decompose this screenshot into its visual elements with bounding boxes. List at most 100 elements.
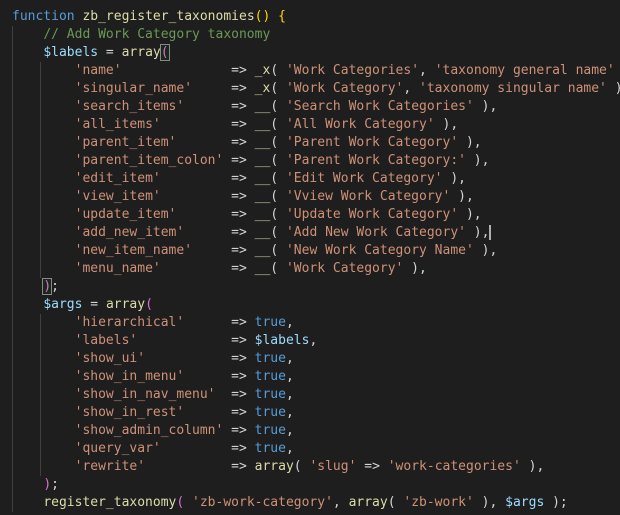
indent-guide: [40, 170, 41, 188]
code-line[interactable]: );: [0, 278, 620, 296]
code-line[interactable]: $args = array(: [0, 296, 620, 314]
code-token: 'taxonomy singular name': [419, 81, 607, 96]
code-token: =>: [184, 315, 255, 330]
code-token: ),: [615, 63, 620, 78]
code-token: (: [270, 225, 286, 240]
code-editor[interactable]: function zb_register_taxonomies() { // A…: [0, 0, 620, 515]
code-line[interactable]: 'all_items' => __( 'All Work Category' )…: [0, 116, 620, 134]
code-line[interactable]: 'update_item' => __( 'Update Work Catego…: [0, 206, 620, 224]
code-line[interactable]: 'edit_item' => __( 'Edit Work Category' …: [0, 170, 620, 188]
code-line[interactable]: 'show_in_nav_menu' => true,: [0, 386, 620, 404]
indent-guide: [12, 242, 13, 260]
code-line[interactable]: 'rewrite' => array( 'slug' => 'work-cate…: [0, 458, 620, 476]
indent-guide: [40, 134, 41, 152]
code-line[interactable]: register_taxonomy( 'zb-work-category', a…: [0, 494, 620, 512]
indent-guide: [12, 296, 13, 314]
code-token: 'Parent Work Category': [285, 135, 459, 150]
code-line[interactable]: 'add_new_item' => __( 'Add New Work Cate…: [0, 224, 620, 242]
code-token: =>: [121, 63, 255, 78]
code-token: $args: [43, 297, 83, 312]
code-token: zb_register_taxonomies: [82, 9, 255, 24]
code-line[interactable]: 'search_items' => __( 'Search Work Categ…: [0, 98, 620, 116]
code-line[interactable]: 'labels' => $labels,: [0, 332, 620, 350]
code-token: =>: [160, 189, 255, 204]
code-token: ),: [473, 243, 498, 258]
code-line[interactable]: 'show_in_menu' => true,: [0, 368, 620, 386]
code-token: __: [254, 225, 271, 240]
code-line[interactable]: 'view_item' => __( 'Vview Work Category'…: [0, 188, 620, 206]
code-token: );: [544, 495, 568, 510]
code-token: 'All Work Category': [285, 117, 435, 132]
code-line[interactable]: );: [0, 476, 620, 494]
indent-guide: [40, 404, 41, 422]
code-token: 'taxonomy general name': [434, 63, 615, 78]
code-token: true: [254, 369, 286, 384]
code-token: (: [176, 495, 193, 510]
code-token: array: [105, 297, 146, 312]
code-token: true: [254, 387, 286, 402]
code-token: true: [254, 441, 286, 456]
code-token: (: [270, 99, 286, 114]
code-token: __: [254, 99, 271, 114]
code-token: 'show_in_menu': [74, 369, 185, 384]
code-line[interactable]: 'menu_name' => __( 'Work Category' ),: [0, 260, 620, 278]
code-token: =>: [184, 369, 255, 384]
code-line[interactable]: 'parent_item_colon' => __( 'Parent Work …: [0, 152, 620, 170]
code-token: array: [254, 459, 294, 474]
code-line[interactable]: 'show_in_rest' => true,: [0, 404, 620, 422]
code-line[interactable]: 'show_ui' => true,: [0, 350, 620, 368]
text-cursor: [489, 225, 492, 240]
code-token: ),: [473, 495, 506, 510]
indent-guide: [12, 422, 13, 440]
indent-guide: [12, 152, 13, 170]
code-token: 'hierarchical': [74, 315, 185, 330]
code-line[interactable]: 'show_admin_column' => true,: [0, 422, 620, 440]
code-token: =>: [160, 171, 255, 186]
indent-guide: [12, 80, 13, 98]
code-token: ),: [434, 117, 459, 132]
code-token: =>: [176, 207, 255, 222]
code-token: 'Search Work Categories': [285, 99, 474, 114]
indent-guide: [12, 476, 13, 494]
code-token: (: [270, 261, 286, 276]
indent-guide: [12, 386, 13, 404]
code-line[interactable]: 'new_item_name' => __( 'New Work Categor…: [0, 242, 620, 260]
code-token: ,: [285, 369, 294, 384]
code-token: 'query_var': [74, 441, 161, 456]
code-line[interactable]: 'hierarchical' => true,: [0, 314, 620, 332]
code-token: {: [278, 9, 286, 24]
indent-guide: [12, 206, 13, 224]
code-token: // Add Work Category taxonomy: [43, 27, 271, 42]
code-token: =>: [160, 261, 255, 276]
code-token: ,: [285, 441, 294, 456]
code-line[interactable]: $labels = array(: [0, 44, 620, 62]
indent-guide: [40, 422, 41, 440]
code-token: function: [12, 9, 75, 24]
code-token: =>: [192, 81, 255, 96]
code-line[interactable]: 'singular_name' => _x( 'Work Category', …: [0, 80, 620, 98]
code-token: 'New Work Category Name': [285, 243, 474, 258]
indent-guide: [40, 206, 41, 224]
code-line[interactable]: 'parent_item' => __( 'Parent Work Catego…: [0, 134, 620, 152]
code-line[interactable]: // Add Work Category taxonomy: [0, 26, 620, 44]
code-line[interactable]: 'name' => _x( 'Work Categories', 'taxono…: [0, 62, 620, 80]
code-token: ),: [607, 81, 620, 96]
code-token: =>: [184, 405, 255, 420]
code-token: 'work-categories': [387, 459, 521, 474]
code-token: (: [270, 63, 286, 78]
code-token: ,: [309, 333, 318, 348]
code-token: register_taxonomy: [43, 495, 177, 510]
indent-guide: [12, 314, 13, 332]
code-token: 'slug': [309, 459, 357, 474]
code-token: __: [254, 135, 271, 150]
code-token: ),: [465, 153, 490, 168]
code-line[interactable]: 'query_var' => true,: [0, 440, 620, 458]
code-token: ,: [332, 495, 349, 510]
code-token: 'show_ui': [74, 351, 146, 366]
code-line[interactable]: function zb_register_taxonomies() {: [0, 8, 620, 26]
code-token: 'show_in_nav_menu': [74, 387, 216, 402]
